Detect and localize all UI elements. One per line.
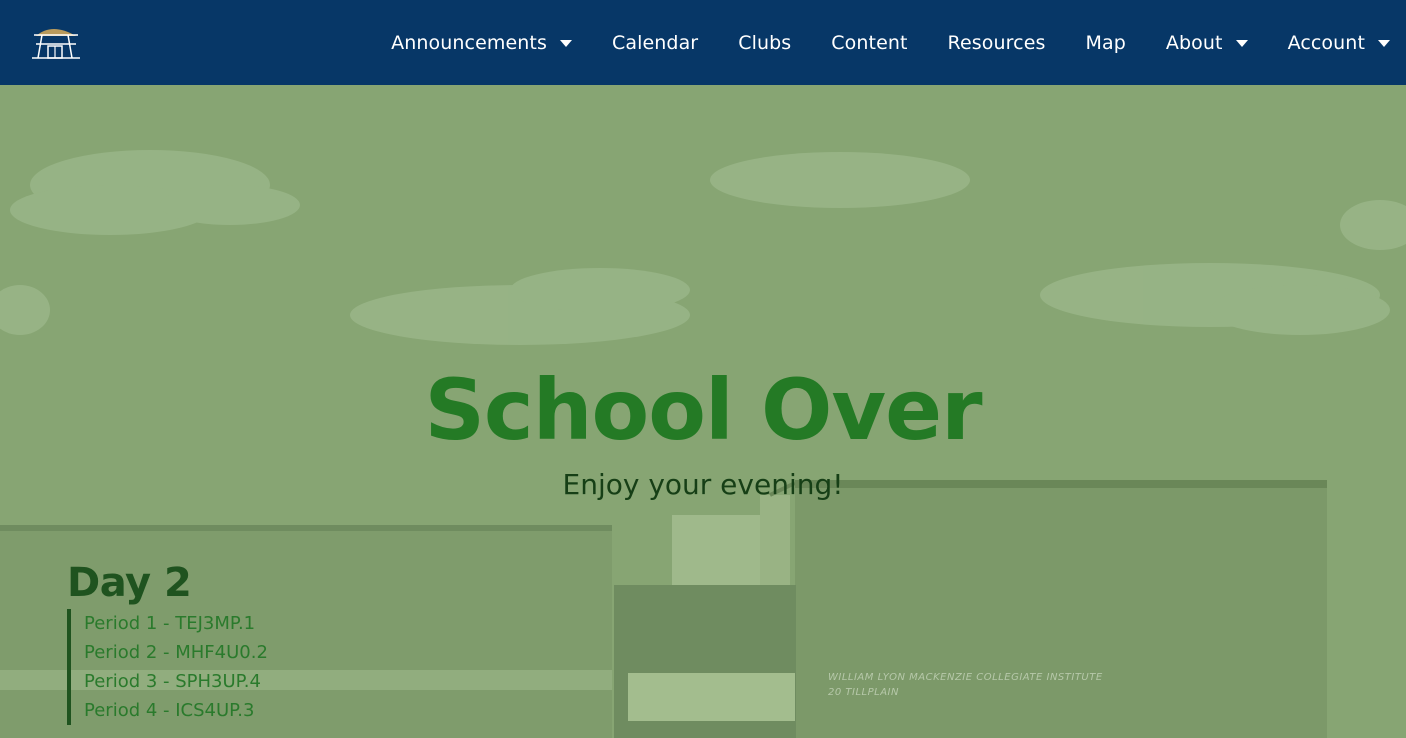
building-sign-line1: WILLIAM LYON MACKENZIE COLLEGIATE INSTIT… — [828, 672, 1103, 683]
nav-resources[interactable]: Resources — [928, 0, 1066, 85]
top-navbar: Announcements Calendar Clubs Content Res… — [0, 0, 1406, 85]
nav-map[interactable]: Map — [1065, 0, 1145, 85]
period-item: Period 3 - SPH3UP.4 — [84, 671, 261, 692]
building-sign-line2: 20 TILLPLAIN — [828, 687, 899, 698]
nav-account-label: Account — [1287, 31, 1365, 54]
caret-down-icon — [1235, 39, 1248, 47]
nav-account[interactable]: Account — [1268, 0, 1406, 85]
caret-down-icon — [559, 39, 572, 47]
period-list: Period 1 - TEJ3MP.1 Period 2 - MHF4U0.2 … — [67, 609, 268, 725]
period-item: Period 2 - MHF4U0.2 — [84, 642, 268, 663]
nav-announcements-label: Announcements — [391, 31, 547, 54]
nav-calendar[interactable]: Calendar — [592, 0, 718, 85]
hero-subtitle: Enjoy your evening! — [562, 468, 844, 501]
school-logo[interactable] — [30, 24, 82, 62]
hero-title: School Over — [424, 361, 982, 459]
nav-clubs-label: Clubs — [738, 31, 792, 54]
nav-about[interactable]: About — [1146, 0, 1268, 85]
nav-content[interactable]: Content — [811, 0, 927, 85]
period-item: Period 4 - ICS4UP.3 — [84, 700, 255, 721]
nav-menu: Announcements Calendar Clubs Content Res… — [371, 0, 1406, 85]
nav-resources-label: Resources — [947, 31, 1046, 54]
building-sign: WILLIAM LYON MACKENZIE COLLEGIATE INSTIT… — [828, 670, 1103, 700]
nav-clubs[interactable]: Clubs — [718, 0, 811, 85]
day-title: Day 2 — [67, 560, 192, 606]
nav-calendar-label: Calendar — [611, 31, 699, 54]
page: Announcements Calendar Clubs Content Res… — [0, 0, 1406, 738]
school-logo-icon — [32, 29, 80, 59]
nav-about-label: About — [1165, 31, 1223, 54]
period-item: Period 1 - TEJ3MP.1 — [84, 613, 256, 634]
nav-map-label: Map — [1085, 31, 1126, 54]
nav-announcements[interactable]: Announcements — [371, 0, 592, 85]
caret-down-icon — [1378, 39, 1390, 47]
nav-content-label: Content — [831, 31, 908, 54]
